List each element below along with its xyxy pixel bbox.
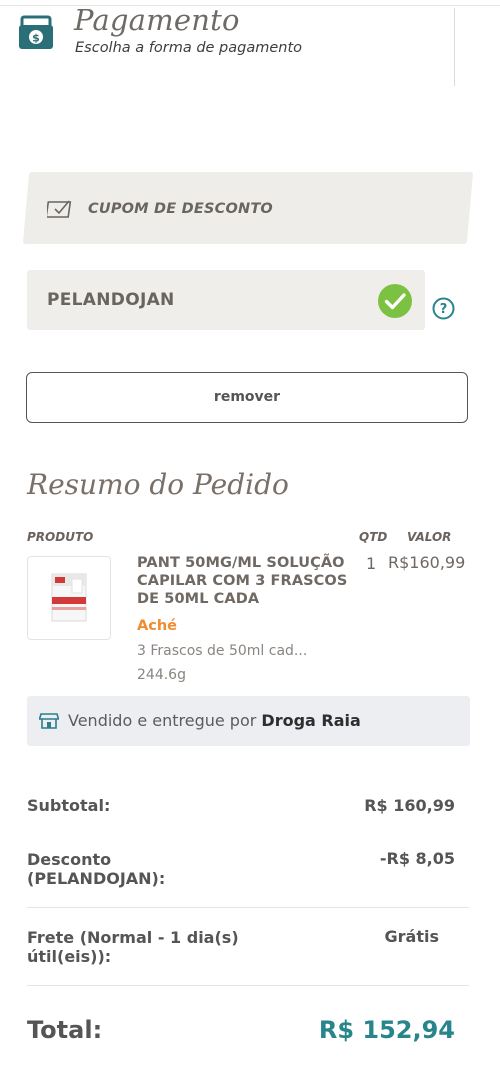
store-icon <box>39 713 59 729</box>
product-box-image <box>51 573 87 622</box>
discount-label-line1: Desconto <box>27 850 112 869</box>
product-description: 3 Frascos de 50ml cad... <box>137 643 308 659</box>
seller-prefix: Vendido e entregue por <box>68 711 262 730</box>
header-divider <box>454 8 455 86</box>
totals-divider <box>27 907 469 908</box>
product-brand: Aché <box>137 618 177 634</box>
column-header-product: PRODUTO <box>27 530 94 544</box>
shipping-label-line1: Frete (Normal - 1 dia(s) <box>27 928 239 947</box>
coupon-code-value: PELANDOJAN <box>47 290 175 310</box>
shipping-value: Grátis <box>384 927 439 946</box>
coupon-ticket-icon <box>47 200 72 218</box>
discount-label-line2: (PELANDOJAN): <box>27 869 166 888</box>
discount-value: -R$ 8,05 <box>379 849 455 868</box>
total-label: Total: <box>27 1016 103 1044</box>
check-circle-icon <box>378 284 412 318</box>
remove-coupon-button[interactable]: remover <box>26 372 468 423</box>
page-title: Pagamento <box>74 3 240 37</box>
column-header-qty: QTD <box>359 530 388 544</box>
product-weight: 244.6g <box>137 667 186 683</box>
svg-text:$: $ <box>32 32 40 45</box>
column-header-value: VALOR <box>407 530 452 544</box>
subtotal-label: Subtotal: <box>27 796 111 815</box>
svg-text:?: ? <box>440 302 448 317</box>
coupon-section-label: CUPOM DE DESCONTO <box>88 201 273 217</box>
product-thumbnail <box>27 556 111 640</box>
order-summary-title: Resumo do Pedido <box>27 468 289 501</box>
product-name[interactable]: PANT 50MG/ML SOLUÇÃO CAPILAR COM 3 FRASC… <box>137 554 357 608</box>
total-value: R$ 152,94 <box>318 1016 455 1044</box>
shipping-label-line2: útil(eis)): <box>27 947 112 966</box>
totals-divider <box>27 985 469 986</box>
discount-label: Desconto (PELANDOJAN): <box>27 850 165 888</box>
product-price: R$160,99 <box>388 553 466 572</box>
seller-name: Droga Raia <box>261 711 361 730</box>
subtotal-value: R$ 160,99 <box>364 796 455 815</box>
money-bill-icon: $ <box>19 15 53 49</box>
seller-text: Vendido e entregue por Droga Raia <box>68 711 361 730</box>
page-subtitle: Escolha a forma de pagamento <box>75 40 303 56</box>
help-icon[interactable]: ? <box>432 297 455 320</box>
shipping-label: Frete (Normal - 1 dia(s) útil(eis)): <box>27 928 239 966</box>
product-qty: 1 <box>366 554 377 573</box>
